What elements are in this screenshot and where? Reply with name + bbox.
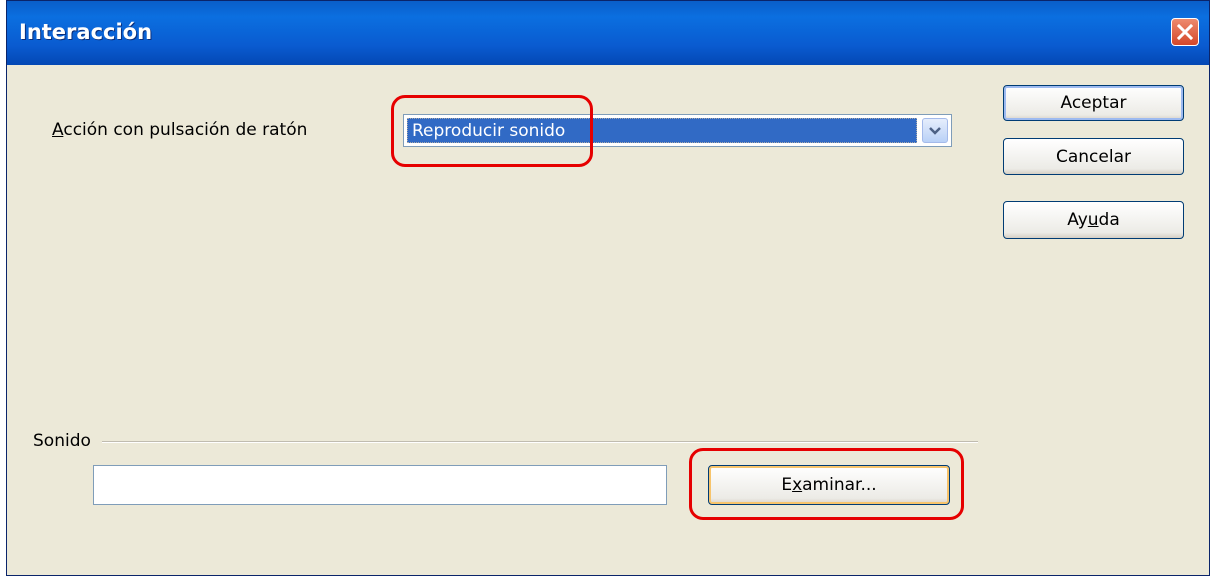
help-button[interactable]: Ayuda <box>1003 201 1184 239</box>
window-title: Interacción <box>19 20 153 44</box>
chevron-down-icon <box>929 127 941 135</box>
close-icon <box>1177 24 1193 40</box>
help-label-mnemonic: u <box>1087 210 1099 230</box>
title-bar[interactable]: Interacción <box>7 1 1209 65</box>
action-label: Acción con pulsación de ratón <box>52 120 307 140</box>
ok-button[interactable]: Aceptar <box>1003 85 1184 121</box>
sound-group-label: Sonido <box>33 431 91 451</box>
action-label-text: cción con pulsación de ratón <box>63 120 308 140</box>
action-label-mnemonic: A <box>52 120 64 140</box>
highlight-browse <box>689 448 964 520</box>
help-label-pre: Ay <box>1067 210 1088 230</box>
close-button[interactable] <box>1171 18 1199 46</box>
sound-path-input[interactable] <box>93 465 667 505</box>
highlight-select <box>391 95 593 167</box>
dropdown-arrow-button[interactable] <box>922 118 948 143</box>
interaction-dialog: Interacción Acción con pulsación de rató… <box>6 0 1210 576</box>
cancel-button[interactable]: Cancelar <box>1003 138 1184 175</box>
sound-group-separator <box>102 441 978 443</box>
help-label-post: da <box>1098 210 1120 230</box>
